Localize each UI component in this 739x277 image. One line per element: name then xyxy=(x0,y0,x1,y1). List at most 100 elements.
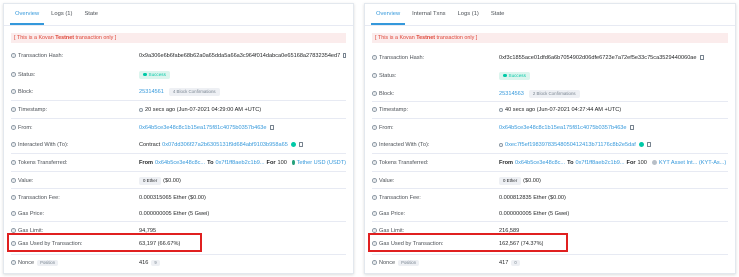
row-transaction-fee: ? Transaction Fee: 0.000812835 Ether ($0.… xyxy=(372,192,728,203)
label-timestamp: Timestamp: xyxy=(18,106,48,113)
label-from: From: xyxy=(379,124,394,131)
help-icon: ? xyxy=(11,195,16,200)
divider xyxy=(372,153,728,154)
help-icon: ? xyxy=(11,211,16,216)
block-confirmations-badge: 4 Block Confirmations xyxy=(168,87,220,96)
tab-overview[interactable]: Overview xyxy=(10,11,45,25)
nonce-value: 417 xyxy=(499,259,509,266)
value-badge: 0 Ether xyxy=(499,176,522,185)
token-to-link[interactable]: 0x7f1ff8aeb2c1b9... xyxy=(215,160,264,166)
token-from-label: From xyxy=(139,159,153,166)
copy-icon[interactable] xyxy=(629,125,634,130)
row-value: ? Value: 0 Ether ($0.00) xyxy=(11,175,346,186)
divider xyxy=(372,118,728,119)
block-confirmations-badge: 2 Block Confirmations xyxy=(528,89,580,98)
token-to-link[interactable]: 0x7f1ff8aeb2c1b9... xyxy=(575,160,624,166)
divider xyxy=(372,254,728,255)
nonce-value: 416 xyxy=(139,259,149,266)
tab-logs[interactable]: Logs (1) xyxy=(453,11,484,25)
token-name-link[interactable]: KYT Asset Int... (KYT-As...) xyxy=(659,160,726,166)
label-transaction-hash: Transaction Hash: xyxy=(18,52,64,59)
testnet-notice: [ This is a Kovan Testnet transaction on… xyxy=(11,33,346,43)
help-icon: ? xyxy=(372,142,377,147)
label-interacted-with: Interacted With (To): xyxy=(379,141,430,148)
help-icon: ? xyxy=(372,178,377,183)
label-block: Block: xyxy=(18,88,34,95)
divider xyxy=(11,100,346,101)
transaction-fee-value: 0.000315065 Ether ($0.00) xyxy=(139,194,206,201)
label-gas-price: Gas Price: xyxy=(379,210,406,217)
help-icon: ? xyxy=(372,73,377,78)
block-link[interactable]: 25314563 xyxy=(499,91,524,97)
help-icon: ? xyxy=(372,160,377,165)
value-badge: 0 Ether xyxy=(139,176,162,185)
token-from-link[interactable]: 0x64b5ce3e48c8c... xyxy=(155,160,205,166)
help-icon: ? xyxy=(11,160,16,165)
token-for-label: For xyxy=(266,159,276,166)
tab-internal-txns[interactable]: Internal Txns xyxy=(407,11,450,25)
row-transaction-fee: ? Transaction Fee: 0.000315065 Ether ($0.… xyxy=(11,192,346,203)
value-usd: ($0.00) xyxy=(163,177,181,184)
row-tokens-transferred: ? Tokens Transferred: From 0x64b5ce3e48c8c… xyxy=(372,157,728,168)
copy-icon[interactable] xyxy=(343,53,346,58)
row-nonce: ? Nonce Position 417 0 xyxy=(372,257,728,268)
status-badge: Success xyxy=(139,70,170,79)
help-icon: ? xyxy=(372,91,377,96)
check-circle-icon xyxy=(143,72,147,77)
verified-check-icon xyxy=(638,142,644,147)
tab-state[interactable]: State xyxy=(79,11,103,25)
label-transaction-fee: Transaction Fee: xyxy=(379,194,421,201)
help-icon: ? xyxy=(11,178,16,183)
divider xyxy=(372,188,728,189)
copy-icon[interactable] xyxy=(646,142,651,147)
contract-address-link[interactable]: 0xec7f5ef19839783548050412413b71176c8b2e… xyxy=(505,142,636,148)
token-icon xyxy=(651,160,657,165)
label-nonce: Nonce xyxy=(379,259,396,266)
label-tokens-transferred: Tokens Transferred: xyxy=(379,159,429,166)
position-tag: Position xyxy=(37,259,59,266)
tab-bar: Overview Logs (1) State xyxy=(4,4,353,26)
from-address-link[interactable]: 0x64b5ce3e48c8c1b15ea175f81c4075b0357b46… xyxy=(499,125,627,131)
block-link[interactable]: 25314561 xyxy=(139,89,164,95)
divider xyxy=(11,221,346,222)
gas-price-value: 0.000000005 Ether (5 Gwei) xyxy=(139,210,210,217)
copy-icon[interactable] xyxy=(269,125,274,130)
verified-check-icon xyxy=(290,142,296,147)
token-name-link[interactable]: Tether USD (USDT) xyxy=(297,160,346,166)
contract-file-icon xyxy=(499,142,503,147)
help-icon: ? xyxy=(372,125,377,130)
help-icon: ? xyxy=(372,107,377,112)
label-block: Block: xyxy=(379,90,395,97)
token-from-label: From xyxy=(499,159,513,166)
label-tokens-transferred: Tokens Transferred: xyxy=(18,159,68,166)
help-icon: ? xyxy=(11,89,16,94)
tab-overview[interactable]: Overview xyxy=(371,11,406,25)
transaction-hash-value: 0x9a306e6b6fabe68b62a0a65dda5a66a3c964f0… xyxy=(139,52,341,59)
row-gas-price: ? Gas Price: 0.000000005 Ether (5 Gwei) xyxy=(11,208,346,219)
row-nonce: ? Nonce Position 416 9 xyxy=(11,257,346,268)
contract-address-link[interactable]: 0x07dd306f27a2b6305131f9d684abf9103b958a… xyxy=(162,142,288,148)
row-transaction-hash: ? Transaction Hash: 0x9a306e6b6fabe68b62a… xyxy=(11,50,346,61)
clock-icon xyxy=(139,107,143,112)
tab-state[interactable]: State xyxy=(486,11,510,25)
row-status: ? Status: Success xyxy=(372,70,728,81)
divider xyxy=(372,101,728,102)
divider xyxy=(11,171,346,172)
transaction-hash-value: 0xf3c1855ace01dfd6a6b7054902d06dfe6723e7… xyxy=(499,54,697,61)
token-from-link[interactable]: 0x64b5ce3e48c8c... xyxy=(515,160,565,166)
row-timestamp: ? Timestamp: 40 secs ago (Jun-07-2021 04:… xyxy=(372,104,728,115)
clock-icon xyxy=(499,107,503,112)
label-timestamp: Timestamp: xyxy=(379,106,409,113)
row-status: ? Status: Success xyxy=(11,69,346,80)
status-badge: Success xyxy=(499,71,530,80)
row-interacted-with: ? Interacted With (To): 0xec7f5ef19839783… xyxy=(372,139,728,150)
copy-icon[interactable] xyxy=(298,142,303,147)
from-address-link[interactable]: 0x64b5ce3e48c8c1b15ea175f81c4075b0357b46… xyxy=(139,125,267,131)
help-icon: ? xyxy=(372,55,377,60)
help-icon: ? xyxy=(372,195,377,200)
label-status: Status: xyxy=(379,72,397,79)
copy-icon[interactable] xyxy=(699,55,704,60)
help-icon: ? xyxy=(11,125,16,130)
tab-logs[interactable]: Logs (1) xyxy=(46,11,77,25)
token-to-label: To xyxy=(567,159,574,166)
